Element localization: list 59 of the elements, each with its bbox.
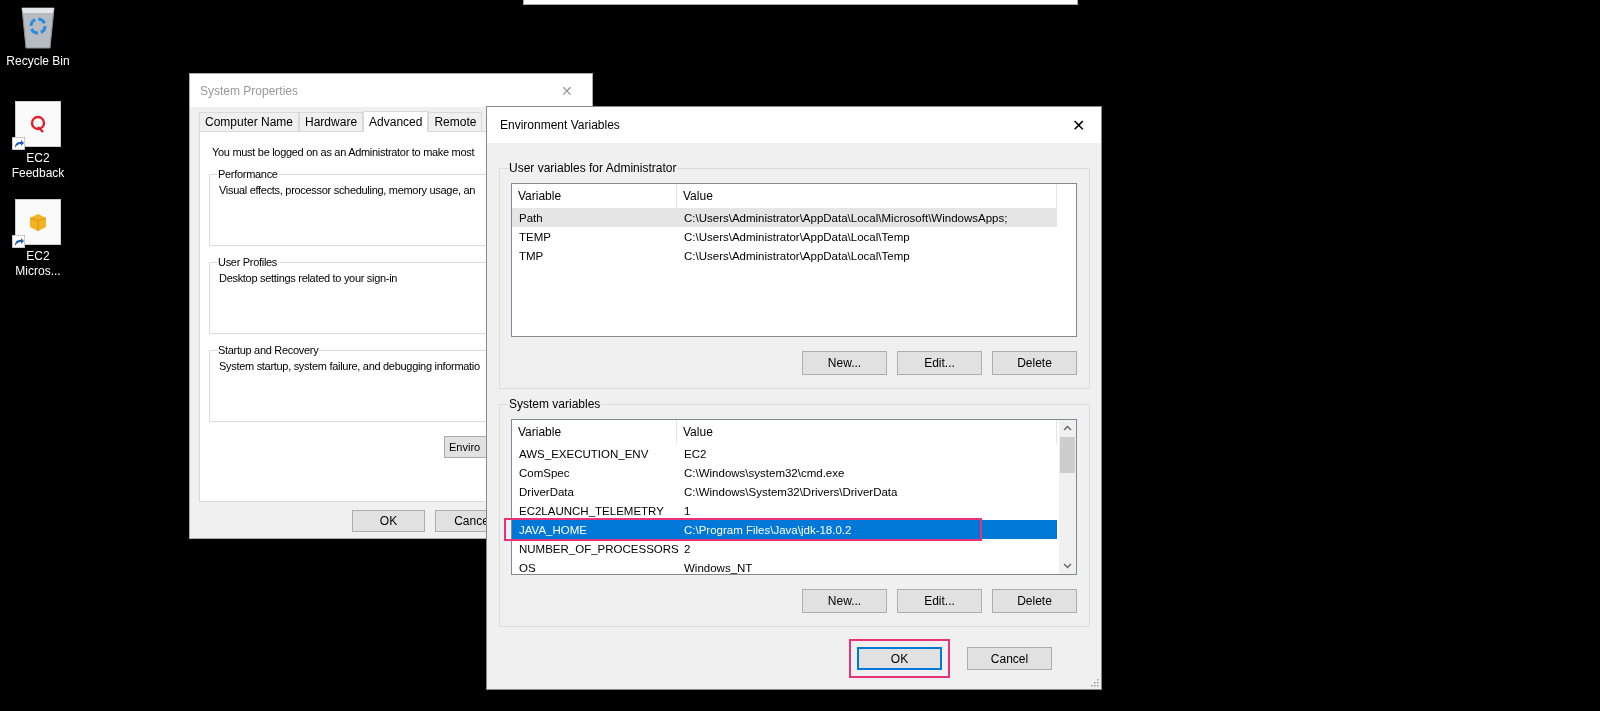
list-action-button[interactable]: Delete <box>992 589 1077 613</box>
variable-row[interactable]: JAVA_HOME C:\Program Files\Java\jdk-18.0.2 <box>512 520 1057 539</box>
desktop-icon-label[interactable]: EC2 Feedback <box>6 151 70 181</box>
dialog-button[interactable]: Cancel <box>967 647 1052 670</box>
shortcut-tile[interactable] <box>15 199 61 245</box>
scroll-thumb[interactable] <box>1060 437 1075 473</box>
tab[interactable]: Remote <box>428 112 483 131</box>
cube-icon <box>28 212 48 232</box>
variable-value: 1 <box>683 504 692 517</box>
variable-value: C:\Users\Administrator\AppData\Local\Temp <box>683 249 911 262</box>
variable-value: C:\Program Files\Java\jdk-18.0.2 <box>683 523 853 536</box>
list-action-button[interactable]: Delete <box>992 351 1077 375</box>
group-description: System startup, system failure, and debugging informatio <box>219 360 481 372</box>
window-title: Environment Variables <box>500 118 620 132</box>
group-label: Performance <box>217 168 279 180</box>
list-action-button[interactable]: Edit... <box>897 351 982 375</box>
list-action-button[interactable]: New... <box>802 351 887 375</box>
scrollbar[interactable] <box>1059 420 1076 574</box>
variable-value: C:\Users\Administrator\AppData\Local\Microsoft\WindowsApps; <box>683 211 1009 224</box>
variable-name: JAVA_HOME <box>518 523 588 536</box>
close-button[interactable]: ✕ <box>1063 111 1093 139</box>
variable-value: C:\Windows\system32\cmd.exe <box>683 466 846 479</box>
shortcut-tile[interactable] <box>15 101 61 147</box>
dialog-button[interactable]: OK <box>352 510 425 532</box>
variable-name: TMP <box>518 249 545 262</box>
tab[interactable]: Advanced <box>363 111 429 132</box>
variable-name: OS <box>518 561 537 574</box>
list-action-button[interactable]: New... <box>802 589 887 613</box>
recycle-bin-icon[interactable] <box>19 4 57 50</box>
tab[interactable]: Computer Name <box>199 112 300 131</box>
list-action-button[interactable]: Edit... <box>897 589 982 613</box>
group-label: User variables for Administrator <box>508 161 678 175</box>
group-description: Desktop settings related to your sign-in <box>219 272 399 284</box>
resize-grip-icon[interactable] <box>1089 677 1099 687</box>
group-label: System variables <box>508 397 602 411</box>
window-title: System Properties <box>200 83 299 98</box>
variable-name: Path <box>518 211 544 224</box>
tab[interactable]: Hardware <box>299 112 364 131</box>
variable-value: EC2 <box>683 447 708 460</box>
group-description: Visual effects, processor scheduling, memory usage, an <box>219 184 477 196</box>
desktop-icon-label[interactable]: EC2 Micros... <box>6 249 70 279</box>
variable-row[interactable]: Path C:\Users\Administrator\AppData\Local\Microsoft\WindowsApps; <box>512 208 1057 227</box>
dialog-button[interactable]: OK <box>857 647 942 670</box>
desktop-icon-label[interactable]: Recycle Bin <box>6 54 70 69</box>
admin-notice: You must be logged on as an Administrator to make most <box>212 146 476 158</box>
variable-name: NUMBER_OF_PROCESSORS <box>518 542 677 555</box>
variable-name: DriverData <box>518 485 575 498</box>
variable-value: 2 <box>683 542 692 555</box>
variable-value: Windows_NT <box>683 561 754 574</box>
q-logo-icon <box>28 114 48 134</box>
variable-name: TEMP <box>518 230 552 243</box>
variable-name: AWS_EXECUTION_ENV <box>518 447 650 460</box>
group-label: Startup and Recovery <box>217 344 320 356</box>
variable-name: EC2LAUNCH_TELEMETRY <box>518 504 665 517</box>
variable-value: C:\Windows\System32\Drivers\DriverData <box>683 485 899 498</box>
environment-variables-button[interactable]: Enviro <box>444 436 487 458</box>
variable-value: C:\Users\Administrator\AppData\Local\Temp <box>683 230 911 243</box>
group-label: User Profiles <box>217 256 279 268</box>
variable-name: ComSpec <box>518 466 571 479</box>
